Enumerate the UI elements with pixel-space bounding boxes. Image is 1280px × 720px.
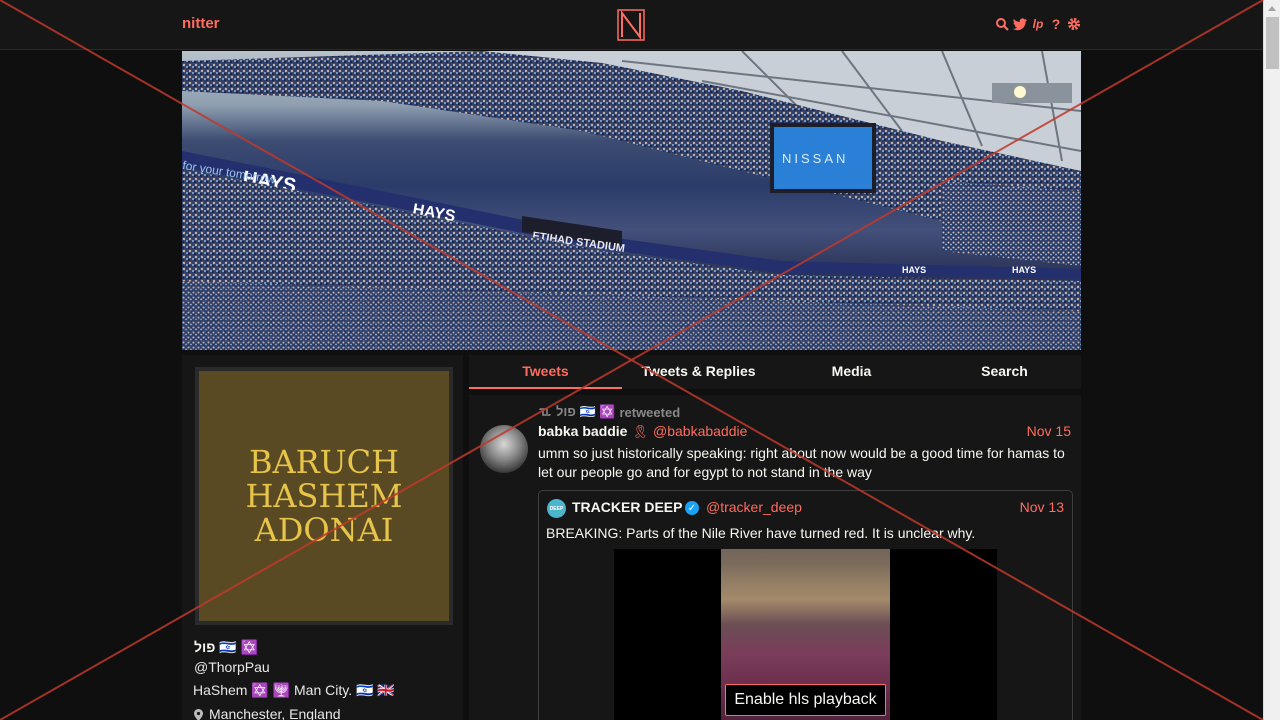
quote-username[interactable]: @tracker_deep (706, 499, 802, 515)
tweet-avatar[interactable] (480, 425, 528, 473)
profile-username[interactable]: @ThorpPau (194, 659, 270, 675)
twitter-bird-icon[interactable] (1013, 16, 1027, 32)
tab-tweets[interactable]: Tweets (469, 355, 622, 389)
location-text: Manchester, England (209, 706, 341, 720)
profile-location: Manchester, England (194, 706, 341, 720)
banner-ad-hays-4: HAYS (1012, 265, 1036, 275)
tweet-fullname[interactable]: babka baddie (538, 423, 627, 439)
tweet-username[interactable]: @babkabaddie (653, 423, 747, 439)
ribbon-icon: 🎗 (632, 424, 649, 439)
profile-banner[interactable]: HAYS for your tomorrow HAYS HAYS HAYS ET… (182, 51, 1081, 350)
scroll-thumb[interactable] (1266, 17, 1279, 69)
page-scrollbar[interactable] (1263, 0, 1280, 720)
quote-text: BREAKING: Parts of the Nile River have t… (546, 525, 976, 541)
timeline: פול 🇮🇱 ✡️ retweeted babka baddie 🎗 @babk… (469, 395, 1081, 720)
retweet-label: retweeted (619, 404, 681, 420)
avatar-image: BARUCH HASHEM ADONAI (199, 371, 449, 621)
tab-media[interactable]: Media (775, 355, 928, 389)
gear-icon[interactable] (1067, 16, 1081, 32)
banner-board-text: NISSAN (782, 151, 848, 166)
lp-icon[interactable]: lp (1031, 16, 1045, 32)
quoted-tweet[interactable]: DEEP TRACKER DEEP ✓ @tracker_deep Nov 13… (538, 490, 1073, 720)
top-navbar: nitter lp ? (0, 0, 1263, 50)
profile-bio: HaShem ✡️ 🕎 Man City. 🇮🇱 🇬🇧 (193, 682, 395, 698)
quote-date-link[interactable]: Nov 13 (1020, 499, 1064, 515)
profile-fullname[interactable]: פול 🇮🇱 ✡️ (194, 639, 258, 656)
scroll-up-arrow-icon[interactable] (1264, 0, 1280, 17)
quote-avatar[interactable]: DEEP (547, 499, 566, 518)
profile-avatar[interactable]: BARUCH HASHEM ADONAI (195, 367, 453, 625)
tab-search[interactable]: Search (928, 355, 1081, 389)
tweet-text: umm so just historically speaking: right… (538, 445, 1065, 480)
quote-video[interactable]: Enable hls playback (614, 549, 997, 720)
help-icon[interactable]: ? (1049, 16, 1063, 32)
profile-tabs: Tweets Tweets & Replies Media Search (469, 355, 1081, 389)
retweet-icon (538, 405, 552, 420)
retweet-header: פול 🇮🇱 ✡️ retweeted (538, 404, 680, 420)
nitter-logo-icon[interactable] (617, 9, 645, 41)
avatar-text-line-2: HASHEM (245, 477, 403, 515)
search-icon[interactable] (995, 16, 1009, 32)
avatar-text-line-1: BARUCH (248, 443, 400, 481)
tab-tweets-and-replies[interactable]: Tweets & Replies (622, 355, 775, 389)
retweet-by[interactable]: פול 🇮🇱 ✡️ (556, 404, 615, 420)
verified-check-icon: ✓ (685, 501, 699, 515)
avatar-text-line-3: ADONAI (254, 511, 394, 549)
location-pin-icon (194, 708, 203, 720)
tweet-date-link[interactable]: Nov 15 (1027, 423, 1071, 439)
enable-hls-playback-button[interactable]: Enable hls playback (725, 684, 886, 716)
nitter-home-link[interactable]: nitter (182, 15, 220, 32)
profile-card: BARUCH HASHEM ADONAI פול 🇮🇱 ✡️ @ThorpPau… (182, 355, 463, 720)
nav-icon-group: lp ? (995, 16, 1081, 32)
banner-ad-hays-3: HAYS (902, 265, 926, 275)
quote-fullname[interactable]: TRACKER DEEP (572, 499, 682, 515)
